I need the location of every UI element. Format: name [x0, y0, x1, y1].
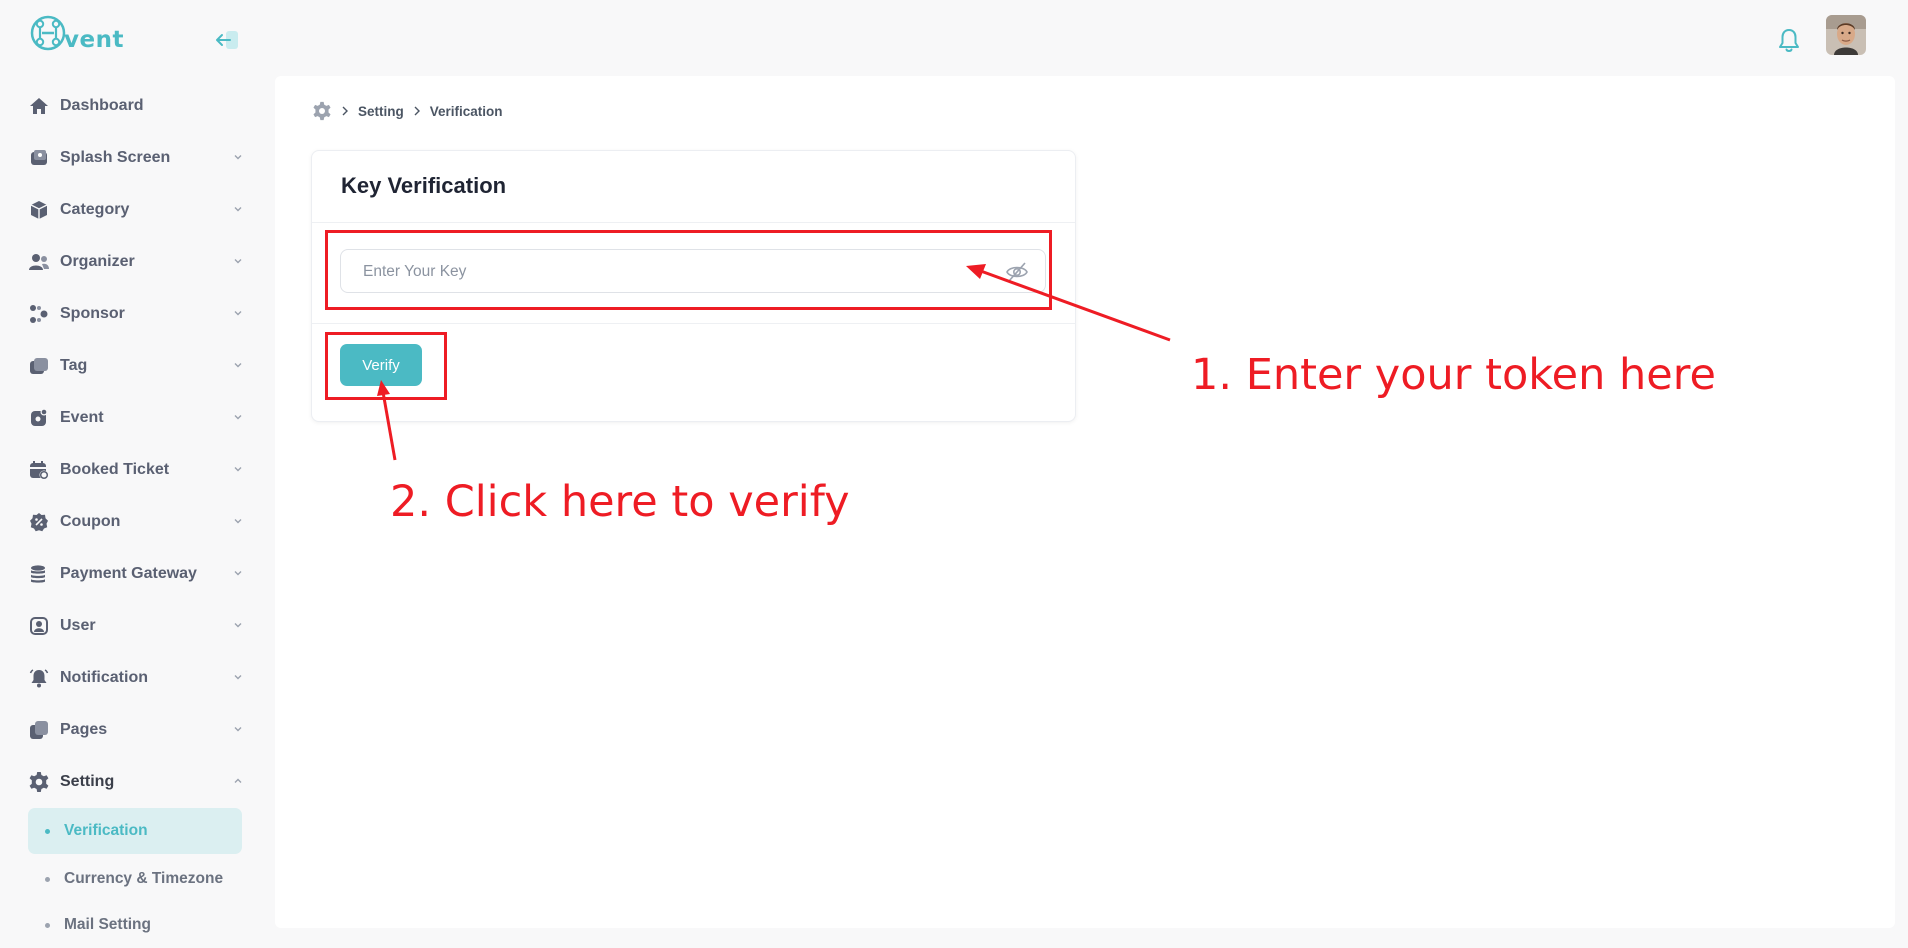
submenu-item-label: Mail Setting [64, 916, 151, 933]
submenu-item-label: Currency & Timezone [64, 870, 224, 887]
sidebar-item-organizer[interactable]: Organizer [28, 236, 244, 288]
chevron-down-icon [234, 311, 242, 316]
splash-icon [28, 147, 50, 169]
annotation-box-button [325, 332, 447, 400]
sponsor-icon [28, 303, 50, 325]
event-icon [28, 407, 50, 429]
sidebar-item-label: Booked Ticket [60, 461, 170, 478]
bullet-dot-icon [45, 828, 50, 834]
logo-mark-icon [30, 15, 66, 51]
breadcrumb-verification: Verification [429, 103, 503, 119]
sidebar-item-label: Category [60, 201, 130, 218]
chevron-down-icon [234, 623, 242, 628]
users-icon [28, 251, 50, 273]
sidebar-item-notification[interactable]: Notification [28, 652, 244, 704]
annotation-step1-text: 1. Enter your token here [1191, 350, 1716, 400]
chevron-up-icon [234, 778, 242, 783]
chevron-down-icon [234, 519, 242, 524]
chevron-down-icon [234, 207, 242, 212]
sidebar-item-label: Notification [60, 669, 148, 686]
sidebar-item-sponsor[interactable]: Sponsor [28, 288, 244, 340]
submenu-item-label: Verification [64, 822, 148, 839]
breadcrumb: Setting Verification [312, 101, 503, 121]
annotation-step2-text: 2. Click here to verify [390, 477, 850, 527]
chevron-down-icon [234, 363, 242, 368]
sidebar-item-label: User [60, 617, 96, 634]
notification-bell-button[interactable] [1776, 27, 1802, 55]
sidebar-item-label: Sponsor [60, 305, 125, 322]
breadcrumb-setting[interactable]: Setting [358, 104, 404, 119]
divider [312, 323, 1075, 324]
logo[interactable]: vent [29, 12, 124, 56]
sidebar-item-setting[interactable]: Setting [28, 756, 244, 808]
sidebar-item-label: Payment Gateway [60, 565, 197, 582]
sidebar-item-user[interactable]: User [28, 600, 244, 652]
sidebar-item-category[interactable]: Category [28, 184, 244, 236]
chevron-down-icon [234, 467, 242, 472]
sidebar: vent Dashboard Splash Screen Category Or… [0, 0, 272, 939]
sidebar-item-splash-screen[interactable]: Splash Screen [28, 132, 244, 184]
sidebar-nav: Dashboard Splash Screen Category Organiz… [28, 80, 244, 808]
sidebar-item-label: Organizer [60, 253, 135, 270]
sidebar-item-label: Setting [60, 773, 115, 790]
sidebar-item-booked-ticket[interactable]: Booked Ticket [28, 444, 244, 496]
chevron-down-icon [234, 727, 242, 732]
sidebar-item-label: Pages [60, 721, 108, 738]
collapse-sidebar-button[interactable] [215, 30, 239, 50]
bell-icon [28, 667, 50, 689]
bullet-dot-icon [45, 922, 50, 928]
coins-icon [28, 563, 50, 585]
sidebar-item-tag[interactable]: Tag [28, 340, 244, 392]
setting-submenu: Verification Currency & Timezone Mail Se… [28, 808, 242, 948]
card-title: Key Verification [341, 173, 507, 198]
chevron-down-icon [234, 259, 242, 264]
avatar[interactable] [1826, 15, 1866, 55]
chevron-right-icon [342, 106, 348, 116]
chevron-down-icon [234, 415, 242, 420]
sidebar-item-label: Coupon [60, 513, 121, 530]
pages-icon [28, 719, 50, 741]
user-icon [28, 615, 50, 637]
sidebar-item-label: Event [60, 409, 104, 426]
cube-icon [28, 199, 50, 221]
submenu-item-verification[interactable]: Verification [28, 808, 242, 854]
bullet-dot-icon [45, 876, 50, 882]
chevron-down-icon [234, 155, 242, 160]
collapse-arrow-icon [216, 31, 238, 49]
bell-icon [1779, 29, 1799, 52]
sidebar-item-event[interactable]: Event [28, 392, 244, 444]
sidebar-item-payment-gateway[interactable]: Payment Gateway [28, 548, 244, 600]
sidebar-item-label: Dashboard [60, 97, 144, 114]
chevron-right-icon [414, 106, 420, 116]
gear-icon[interactable] [312, 101, 332, 121]
tag-icon [28, 355, 50, 377]
calendar-icon [28, 459, 50, 481]
annotation-box-input [325, 230, 1052, 310]
sidebar-item-coupon[interactable]: Coupon [28, 496, 244, 548]
sidebar-item-label: Tag [60, 357, 88, 374]
chevron-down-icon [234, 571, 242, 576]
coupon-icon [28, 511, 50, 533]
sidebar-item-label: Splash Screen [60, 149, 171, 166]
sidebar-item-pages[interactable]: Pages [28, 704, 244, 756]
submenu-item-currency-timezone[interactable]: Currency & Timezone [28, 856, 242, 902]
submenu-item-mail-setting[interactable]: Mail Setting [28, 902, 242, 948]
logo-text: vent [64, 27, 124, 53]
user-avatar-image [1826, 15, 1866, 55]
divider [312, 222, 1075, 223]
home-icon [28, 95, 50, 117]
chevron-down-icon [234, 675, 242, 680]
gear-icon [28, 771, 50, 793]
sidebar-item-dashboard[interactable]: Dashboard [28, 80, 244, 132]
